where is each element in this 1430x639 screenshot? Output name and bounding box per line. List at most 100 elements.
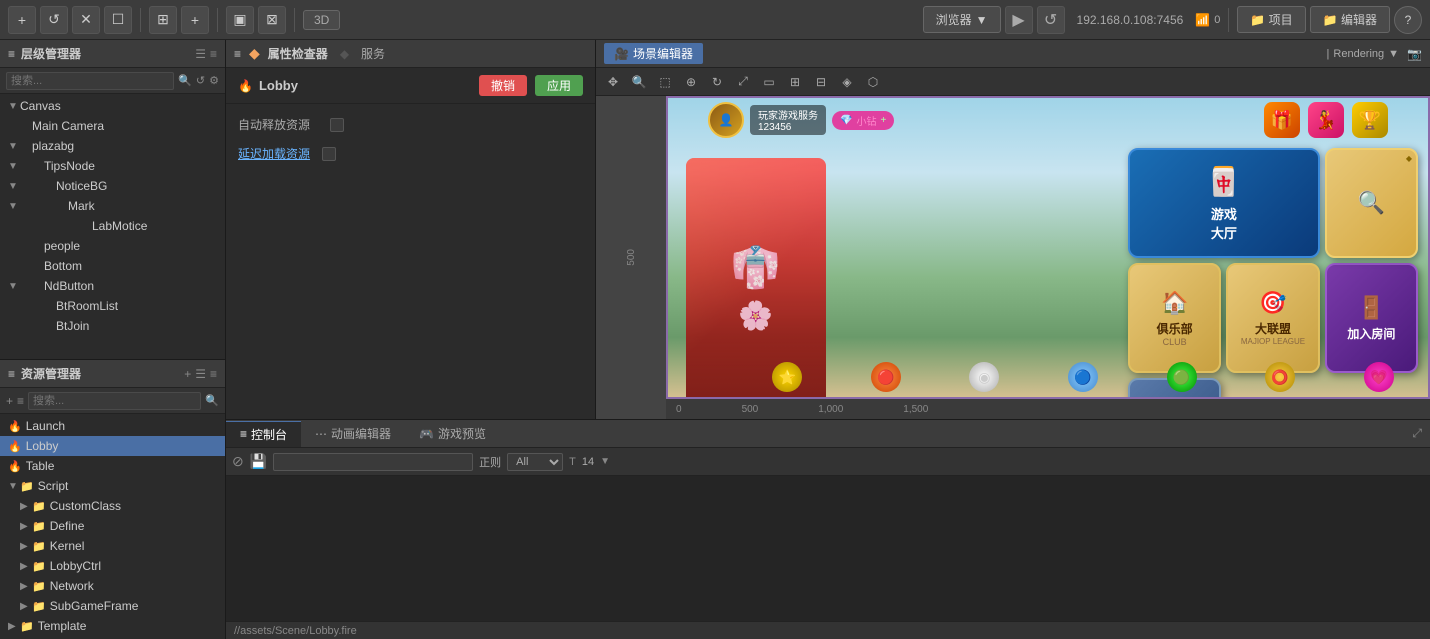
assets-search-icon[interactable]: 🔍 — [205, 394, 219, 407]
asset-table[interactable]: 🔥 Table — [0, 456, 225, 476]
bottom-icon-6[interactable]: ⭕ — [1265, 362, 1295, 392]
delay-load-checkbox[interactable] — [322, 147, 336, 161]
rank-icon-btn[interactable]: 🏆 — [1352, 102, 1388, 138]
tab-preview[interactable]: 🎮 游戏预览 — [405, 421, 500, 446]
tool-scale[interactable]: ⤢ — [732, 71, 754, 93]
tree-item-plazabg[interactable]: ▼ plazabg — [0, 136, 225, 156]
bottom-icon-1[interactable]: ⭐ — [772, 362, 802, 392]
save-console-icon[interactable]: 💾 — [250, 453, 267, 470]
bottom-icon-7[interactable]: 💗 — [1364, 362, 1394, 392]
add-currency-icon[interactable]: + — [880, 115, 886, 126]
league-card[interactable]: 🎯 大联盟 MAJIOP LEAGUE — [1226, 263, 1319, 373]
play-button[interactable]: ▶ — [1005, 6, 1033, 34]
props-inspector-icon: ≡ — [234, 47, 241, 61]
tab-console[interactable]: ≡ 控制台 — [226, 421, 301, 447]
tool-extra1[interactable]: ◈ — [836, 71, 858, 93]
clear-console-icon[interactable]: ⊘ — [232, 453, 244, 470]
tree-item-mark[interactable]: ▼ Mark — [0, 196, 225, 216]
layout-button[interactable]: ⊠ — [258, 6, 286, 34]
rendering-dropdown-icon[interactable]: ▼ — [1388, 48, 1399, 60]
tool-select[interactable]: ⬚ — [654, 71, 676, 93]
assets-list-icon[interactable]: ☰ — [195, 367, 206, 381]
camera-switch-icon[interactable]: 📷 — [1407, 47, 1422, 61]
tree-item-bottom[interactable]: Bottom — [0, 256, 225, 276]
scene-canvas[interactable]: 500 👤 玩家游戏服务 123456 — [596, 96, 1430, 419]
window-button[interactable]: ☐ — [104, 6, 132, 34]
assets-add-btn[interactable]: + — [6, 394, 13, 408]
bottom-icon-4[interactable]: 🔵 — [1068, 362, 1098, 392]
tool-rect[interactable]: ▭ — [758, 71, 780, 93]
refresh-button[interactable]: ↺ — [40, 6, 68, 34]
grid-button[interactable]: ⊞ — [149, 6, 177, 34]
revert-button[interactable]: 撤销 — [479, 75, 527, 96]
asset-define[interactable]: ▶ 📁 Define — [0, 516, 225, 536]
asset-launch[interactable]: 🔥 Launch — [0, 416, 225, 436]
font-size-dropdown-icon[interactable]: ▼ — [600, 456, 610, 467]
tool-move[interactable]: ✥ — [602, 71, 624, 93]
3d-button[interactable]: 3D — [303, 10, 340, 30]
tree-item-ndbutton[interactable]: ▼ NdButton — [0, 276, 225, 296]
tool-grid[interactable]: ⊟ — [810, 71, 832, 93]
refresh-hierarchy-icon[interactable]: ↺ — [196, 74, 205, 87]
asset-kernel[interactable]: ▶ 📁 Kernel — [0, 536, 225, 556]
card-small-1[interactable]: 🔍 ◆ — [1325, 148, 1418, 258]
refresh-scene-button[interactable]: ↺ — [1037, 6, 1065, 34]
hierarchy-panel: ≡ 层级管理器 ☰ ≡ 🔍 ↺ ⚙ ▼ Canvas — [0, 40, 225, 360]
delay-load-link[interactable]: 延迟加载资源 — [238, 145, 310, 162]
editor-button[interactable]: 📁 编辑器 — [1310, 6, 1390, 33]
tree-item-people[interactable]: people — [0, 236, 225, 256]
assets-sort-btn[interactable]: ≡ — [17, 394, 24, 408]
tree-item-canvas[interactable]: ▼ Canvas — [0, 96, 225, 116]
assets-search-input[interactable] — [28, 392, 201, 410]
shop-icon-btn[interactable]: 🎁 — [1264, 102, 1300, 138]
asset-lobbyctrl[interactable]: ▶ 📁 LobbyCtrl — [0, 556, 225, 576]
game-hall-sublabel: 大厅 — [1211, 223, 1237, 242]
tool-zoom[interactable]: 🔍 — [628, 71, 650, 93]
bottom-icon-3[interactable]: ◉ — [969, 362, 999, 392]
tool-extra2[interactable]: ⬡ — [862, 71, 884, 93]
asset-network[interactable]: ▶ 📁 Network — [0, 576, 225, 596]
tree-item-noticebg[interactable]: ▼ NoticeBG — [0, 176, 225, 196]
apply-button[interactable]: 应用 — [535, 75, 583, 96]
bottom-icon-5[interactable]: 🟢 — [1167, 362, 1197, 392]
tree-item-tipsnode[interactable]: ▼ TipsNode — [0, 156, 225, 176]
lobby-fire-icon: 🔥 — [238, 79, 253, 93]
close-button[interactable]: ✕ — [72, 6, 100, 34]
tree-item-labmotice[interactable]: LabMotice — [0, 216, 225, 236]
asset-subgameframe[interactable]: ▶ 📁 SubGameFrame — [0, 596, 225, 616]
asset-template[interactable]: ▶ 📁 Template — [0, 616, 225, 636]
game-hall-card[interactable]: 🀄 游戏 大厅 — [1128, 148, 1320, 258]
browser-button[interactable]: 浏览器 ▼ — [923, 6, 1001, 33]
assets-add-icon[interactable]: + — [184, 367, 191, 381]
tool-rotate[interactable]: ↻ — [706, 71, 728, 93]
hierarchy-expand-icon[interactable]: ≡ — [210, 47, 217, 61]
tool-anchor[interactable]: ⊕ — [680, 71, 702, 93]
search-icon[interactable]: 🔍 — [178, 74, 192, 87]
expand-bottom-btn[interactable]: ⤢ — [1404, 426, 1430, 441]
tree-item-main-camera[interactable]: Main Camera — [0, 116, 225, 136]
log-level-select[interactable]: All Error Warn Info — [507, 453, 563, 471]
main-layout: ≡ 层级管理器 ☰ ≡ 🔍 ↺ ⚙ ▼ Canvas — [0, 40, 1430, 639]
bottom-icon-2[interactable]: 🔴 — [871, 362, 901, 392]
add-button[interactable]: + — [8, 6, 36, 34]
girl-icon-btn[interactable]: 💃 — [1308, 102, 1344, 138]
asset-script-folder[interactable]: ▼ 📁 Script — [0, 476, 225, 496]
tree-item-btjoin[interactable]: BtJoin — [0, 316, 225, 336]
tab-animation[interactable]: ⋯ 动画编辑器 — [301, 421, 405, 446]
asset-customclass[interactable]: ▶ 📁 CustomClass — [0, 496, 225, 516]
settings-icon[interactable]: ⚙ — [209, 74, 219, 87]
auto-release-checkbox[interactable] — [330, 118, 344, 132]
help-button[interactable]: ? — [1394, 6, 1422, 34]
assets-expand-icon[interactable]: ≡ — [210, 367, 217, 381]
project-button[interactable]: 📁 项目 — [1237, 6, 1305, 33]
join-room-card[interactable]: 🚪 加入房间 — [1325, 263, 1418, 373]
tree-item-btroomlist[interactable]: BtRoomList — [0, 296, 225, 316]
plus-button[interactable]: + — [181, 6, 209, 34]
asset-lobby[interactable]: 🔥 Lobby — [0, 436, 225, 456]
club-card[interactable]: 🏠 俱乐部 CLUB — [1128, 263, 1221, 373]
hierarchy-search-input[interactable] — [6, 72, 174, 90]
tool-align[interactable]: ⊞ — [784, 71, 806, 93]
view-button[interactable]: ▣ — [226, 6, 254, 34]
hierarchy-menu-icon[interactable]: ☰ — [195, 47, 206, 61]
console-filter-input[interactable] — [273, 453, 473, 471]
